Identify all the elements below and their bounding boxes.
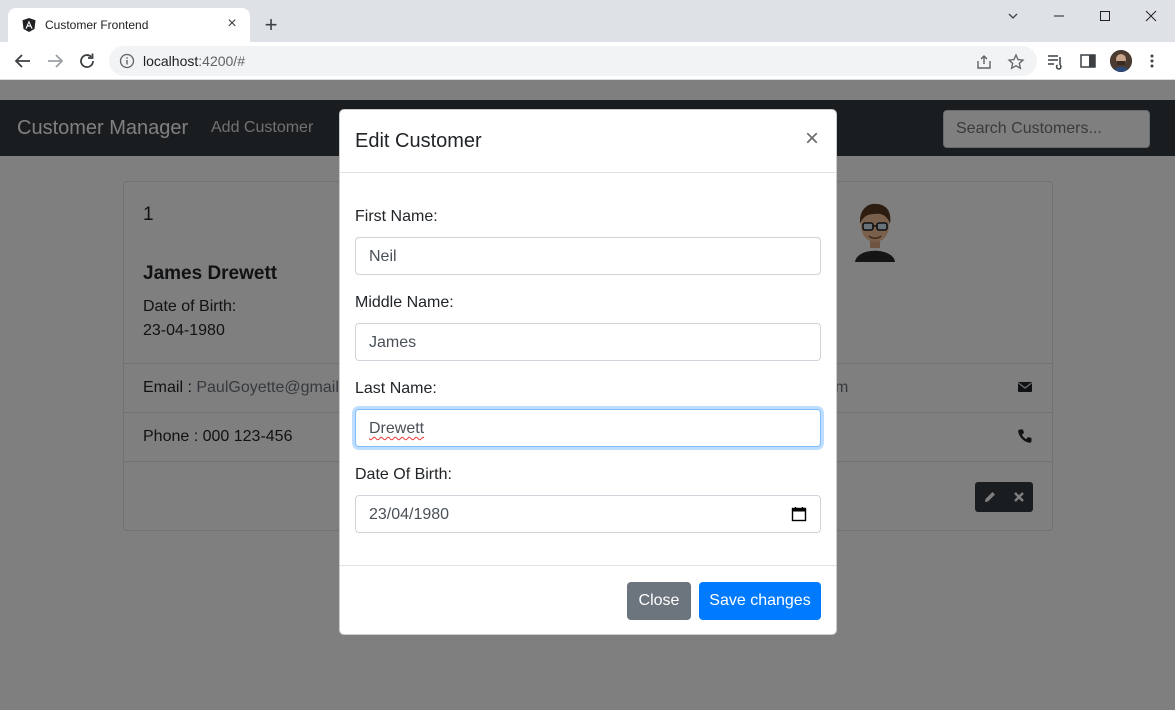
modal-footer: Close Save changes — [340, 565, 836, 635]
more-menu-icon[interactable] — [1143, 52, 1161, 70]
dob-field-label: Date Of Birth: — [355, 466, 452, 483]
reading-list-icon[interactable] — [1046, 52, 1064, 70]
tab-close-icon[interactable]: × — [224, 16, 240, 32]
browser-tabstrip: Customer Frontend × + — [0, 0, 1175, 42]
dob-field-value: 23/04/1980 — [369, 506, 450, 523]
edit-customer-modal: Edit Customer × First Name: Neil Middle … — [339, 109, 837, 635]
dob-field[interactable]: 23/04/1980 — [355, 495, 821, 533]
maximize-icon[interactable] — [1082, 4, 1128, 28]
address-bar[interactable]: localhost:4200/# — [109, 46, 1037, 76]
first-name-field[interactable]: Neil — [355, 237, 821, 275]
modal-close-icon[interactable]: × — [803, 127, 821, 151]
back-icon[interactable] — [12, 50, 34, 72]
first-name-value: Neil — [369, 248, 397, 265]
url-text: localhost:4200/# — [143, 53, 245, 69]
forward-icon[interactable] — [44, 50, 66, 72]
modal-title: Edit Customer — [355, 130, 482, 152]
reload-icon[interactable] — [76, 50, 98, 72]
browser-tab[interactable]: Customer Frontend × — [8, 8, 250, 42]
new-tab-icon[interactable]: + — [261, 14, 281, 36]
middle-name-label: Middle Name: — [355, 294, 454, 311]
profile-avatar[interactable] — [1110, 50, 1132, 72]
angular-icon — [21, 17, 37, 33]
window-close-icon[interactable] — [1128, 4, 1174, 28]
tab-search-icon[interactable] — [990, 4, 1036, 28]
save-changes-button[interactable]: Save changes — [699, 582, 821, 620]
last-name-label: Last Name: — [355, 380, 437, 397]
close-button[interactable]: Close — [627, 582, 691, 620]
tab-title: Customer Frontend — [45, 18, 149, 32]
bookmark-star-icon[interactable] — [1007, 53, 1025, 71]
browser-toolbar: localhost:4200/# — [0, 42, 1175, 80]
middle-name-field[interactable]: James — [355, 323, 821, 361]
last-name-value: Drewett — [369, 420, 425, 437]
last-name-field[interactable]: Drewett — [355, 409, 821, 447]
site-info-icon[interactable] — [119, 53, 135, 69]
calendar-icon[interactable] — [791, 506, 807, 522]
side-panel-icon[interactable] — [1079, 52, 1097, 70]
first-name-label: First Name: — [355, 208, 438, 225]
middle-name-value: James — [369, 334, 417, 351]
modal-header: Edit Customer × — [340, 110, 836, 173]
minimize-icon[interactable] — [1036, 4, 1082, 28]
share-icon[interactable] — [975, 53, 993, 71]
